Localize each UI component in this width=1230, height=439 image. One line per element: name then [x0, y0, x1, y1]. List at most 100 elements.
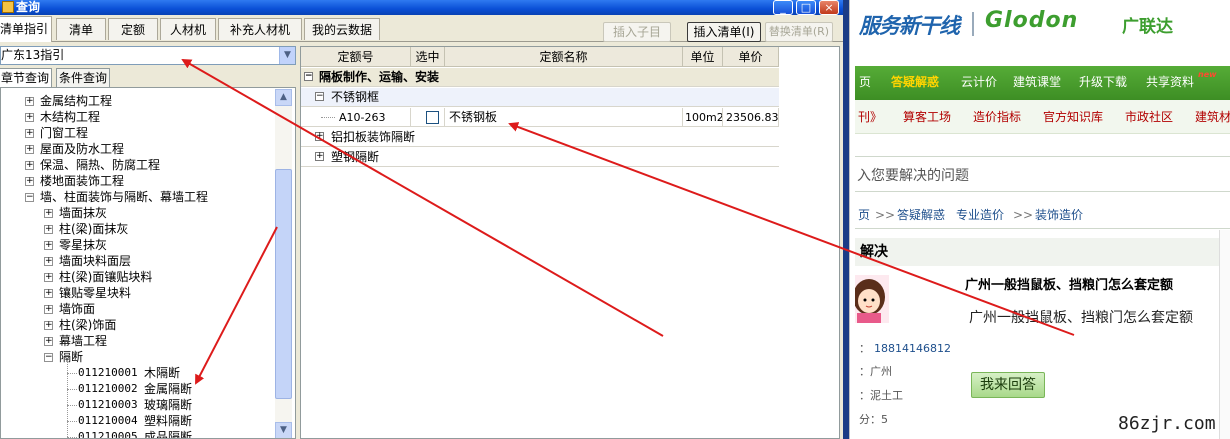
breadcrumb-sep: >> — [875, 208, 896, 222]
query-window: 查询 _ □ × 清单指引 清单 定额 人材机 补充人材机 我的云数据 插入子目… — [0, 0, 843, 439]
question-search-placeholder: 入您要解决的问题 — [857, 168, 969, 184]
question-search-input[interactable]: 入您要解决的问题 — [855, 156, 1230, 192]
tab-materials[interactable]: 人材机 — [160, 18, 216, 40]
expand-icon[interactable]: + — [44, 273, 53, 282]
expand-icon[interactable]: + — [44, 241, 53, 250]
group-row[interactable]: − 隔板制作、运输、安装 — [301, 68, 779, 87]
tree-item-label: 墙、柱面装饰与隔断、幕墙工程 — [40, 190, 209, 204]
expand-icon[interactable]: + — [25, 161, 34, 170]
tree-item-label: 柱(梁)饰面 — [59, 318, 117, 332]
collapse-icon[interactable]: − — [44, 353, 53, 362]
site-logo[interactable]: 服务新干线 — [859, 10, 960, 40]
chapter-tree: + 金属结构工程 + 木结构工程 + 门窗工程 + 屋面及防水工程 + 保温、隔热、防腐工程 + 楼地… — [0, 87, 296, 439]
tree-scrollbar[interactable]: ▲ ▼ — [275, 89, 292, 438]
breadcrumb-item[interactable]: 装饰造价 — [1035, 201, 1083, 229]
expand-icon[interactable]: + — [44, 225, 53, 234]
close-button[interactable]: × — [819, 0, 839, 15]
subnav-item[interactable]: 建筑材 — [1195, 100, 1230, 134]
glodon-logo-cn[interactable]: 广联达 — [1122, 12, 1173, 37]
expand-icon[interactable]: + — [25, 177, 34, 186]
subnav-item[interactable]: 市政社区 — [1125, 100, 1173, 134]
expand-icon[interactable]: + — [25, 113, 34, 122]
tree-item-label: 柱(梁)面抹灰 — [59, 222, 129, 236]
leaf-name: 塑料隔断 — [144, 414, 193, 428]
breadcrumb: 页 >> 答疑解惑 专业造价 >> 装饰造价 — [855, 201, 1230, 229]
subnav-item[interactable]: 官方知识库 — [1043, 100, 1103, 134]
leaf-name: 成品隔断 — [144, 430, 193, 439]
col-header-price[interactable]: 单价 — [723, 47, 779, 67]
expand-icon[interactable]: + — [315, 132, 324, 141]
expand-icon[interactable]: + — [44, 257, 53, 266]
scroll-thumb[interactable] — [275, 169, 292, 399]
tree-item-label: 墙面抹灰 — [59, 206, 108, 220]
section-title: 解决 — [855, 238, 1230, 266]
subnav-item[interactable]: 刊》 — [858, 100, 882, 134]
insert-child-button[interactable]: 插入子目 — [603, 22, 671, 42]
col-header-code[interactable]: 定额号 — [301, 47, 411, 67]
subgroup-label: 铝扣板装饰隔断 — [331, 130, 416, 144]
nav-classroom[interactable]: 建筑课堂 — [1013, 66, 1061, 98]
maximize-button[interactable]: □ — [796, 0, 816, 15]
leaf-code: 011210005 — [78, 430, 138, 439]
page-scrollbar[interactable] — [1219, 230, 1230, 439]
collapse-icon[interactable]: − — [25, 193, 34, 202]
glodon-logo[interactable]: Glodon — [985, 8, 1078, 33]
guide-select[interactable]: 广东13指引 ▼ — [0, 46, 296, 65]
tree-item-label: 隔断 — [59, 350, 84, 364]
scroll-down-icon[interactable]: ▼ — [275, 422, 292, 438]
tab-list-guide[interactable]: 清单指引 — [0, 16, 52, 42]
expand-icon[interactable]: + — [44, 289, 53, 298]
new-badge: new — [1198, 70, 1217, 79]
subgroup-row[interactable]: + 铝扣板装饰隔断 — [301, 128, 779, 147]
collapse-icon[interactable]: − — [315, 92, 324, 101]
minimize-button[interactable]: _ — [773, 0, 793, 15]
tab-list[interactable]: 清单 — [56, 18, 106, 40]
question-title[interactable]: 广州一般挡鼠板、挡粮门怎么套定额 — [965, 274, 1173, 293]
tab-extra-materials[interactable]: 补充人材机 — [218, 18, 302, 40]
tree-item-label: 墙面块料面层 — [59, 254, 132, 268]
expand-icon[interactable]: + — [44, 305, 53, 314]
expand-icon[interactable]: + — [315, 152, 324, 161]
breadcrumb-item[interactable]: 答疑解惑 — [897, 201, 945, 229]
nav-download[interactable]: 升级下载 — [1079, 66, 1127, 98]
tab-quota[interactable]: 定额 — [108, 18, 158, 40]
col-header-selected[interactable]: 选中 — [411, 47, 445, 67]
insert-list-button[interactable]: 插入清单(I) — [687, 22, 761, 42]
expand-icon[interactable]: + — [44, 209, 53, 218]
tab-cloud-data[interactable]: 我的云数据 — [304, 18, 380, 40]
breadcrumb-sep: >> — [1013, 208, 1034, 222]
main-nav: 页 答疑解惑 云计价 建筑课堂 升级下载 共享资料 — [855, 66, 1230, 100]
subtab-chapter-query[interactable]: 章节查询 — [0, 68, 53, 87]
leaf-code: 011210003 — [78, 398, 138, 411]
row-code: A10-263 — [339, 108, 411, 127]
col-header-unit[interactable]: 单位 — [683, 47, 723, 67]
nav-qa[interactable]: 答疑解惑 — [891, 66, 939, 98]
expand-icon[interactable]: + — [44, 337, 53, 346]
meta-location: ：广州 — [859, 365, 892, 378]
subnav-item[interactable]: 造价指标 — [973, 100, 1021, 134]
expand-icon[interactable]: + — [25, 145, 34, 154]
expand-icon[interactable]: + — [25, 129, 34, 138]
scroll-up-icon[interactable]: ▲ — [275, 89, 292, 106]
logo-divider — [972, 12, 974, 36]
subgroup-row[interactable]: + 塑钢隔断 — [301, 148, 779, 167]
breadcrumb-item[interactable]: 专业造价 — [956, 201, 1004, 229]
expand-icon[interactable]: + — [44, 321, 53, 330]
nav-cloud-pricing[interactable]: 云计价 — [961, 66, 997, 98]
nav-shared-files[interactable]: 共享资料 — [1146, 66, 1194, 98]
chevron-down-icon[interactable]: ▼ — [279, 47, 295, 64]
subnav-item[interactable]: 算客工场 — [903, 100, 951, 134]
leaf-name: 木隔断 — [144, 366, 181, 380]
col-header-name[interactable]: 定额名称 — [445, 47, 683, 67]
subgroup-row[interactable]: − 不锈钢框 — [301, 88, 779, 107]
subtab-condition-query[interactable]: 条件查询 — [56, 68, 111, 87]
replace-list-button[interactable]: 替换清单(R) — [765, 22, 833, 42]
reply-button[interactable]: 我来回答 — [971, 372, 1045, 398]
table-row[interactable]: A10-263 不锈钢板 100m2 23506.83 — [301, 108, 779, 127]
expand-icon[interactable]: + — [25, 97, 34, 106]
breadcrumb-item[interactable]: 页 — [858, 201, 870, 229]
collapse-icon[interactable]: − — [304, 72, 313, 81]
nav-home[interactable]: 页 — [859, 66, 871, 98]
leaf-code: 011210002 — [78, 382, 138, 395]
row-select-checkbox[interactable] — [426, 111, 439, 124]
